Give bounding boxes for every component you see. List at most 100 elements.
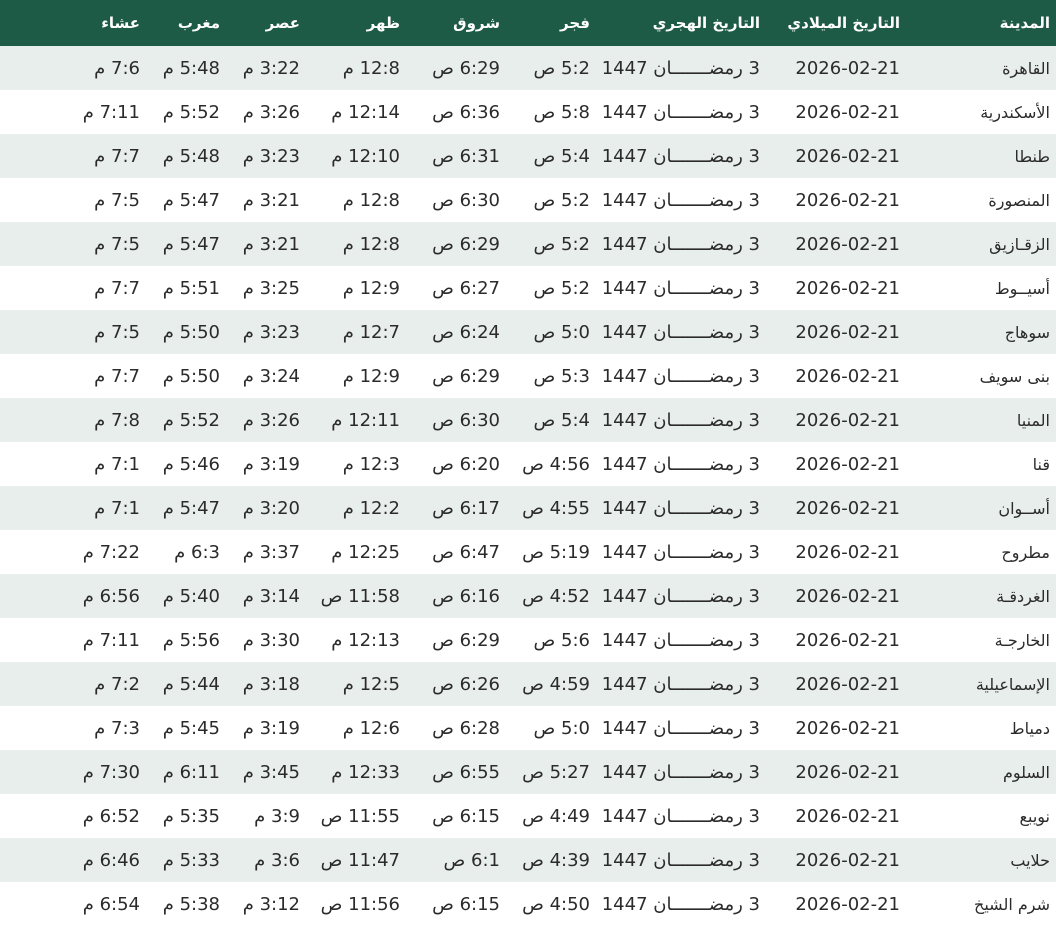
maghrib-cell: 5:56 م bbox=[162, 629, 220, 651]
maghrib-cell: 5:33 م bbox=[162, 849, 220, 871]
header-gregorian-date: التاريخ الميلادي bbox=[787, 14, 900, 32]
asr-cell: 3:30 م bbox=[242, 629, 300, 651]
maghrib-cell: 5:35 م bbox=[162, 805, 220, 827]
city-cell: أســوان bbox=[998, 498, 1050, 518]
fajr-cell: 5:2 ص bbox=[533, 57, 590, 79]
gregorian-date-cell: 2026-02-21 bbox=[795, 673, 900, 695]
dhuhr-cell: 12:8 م bbox=[342, 233, 400, 255]
hijri-date-cell: 3 رمضـــــــان 1447 bbox=[601, 101, 760, 123]
fajr-cell: 4:59 ص bbox=[522, 673, 590, 695]
shuruq-cell: 6:17 ص bbox=[432, 497, 500, 519]
hijri-date-cell: 3 رمضـــــــان 1447 bbox=[601, 541, 760, 563]
shuruq-cell: 6:30 ص bbox=[432, 189, 500, 211]
hijri-date-cell: 3 رمضـــــــان 1447 bbox=[601, 761, 760, 783]
maghrib-cell: 5:38 م bbox=[162, 893, 220, 915]
dhuhr-cell: 12:2 م bbox=[342, 497, 400, 519]
gregorian-date-cell: 2026-02-21 bbox=[795, 101, 900, 123]
asr-cell: 3:20 م bbox=[242, 497, 300, 519]
dhuhr-cell: 12:6 م bbox=[342, 717, 400, 739]
dhuhr-cell: 12:25 م bbox=[331, 541, 400, 563]
maghrib-cell: 6:11 م bbox=[162, 761, 220, 783]
fajr-cell: 4:55 ص bbox=[522, 497, 590, 519]
dhuhr-cell: 11:56 ص bbox=[320, 893, 400, 915]
fajr-cell: 5:0 ص bbox=[533, 717, 590, 739]
gregorian-date-cell: 2026-02-21 bbox=[795, 453, 900, 475]
table-row: القاهرة 2026-02-21 3 رمضـــــــان 1447 5:2 … bbox=[0, 46, 1056, 90]
shuruq-cell: 6:29 ص bbox=[432, 365, 500, 387]
gregorian-date-cell: 2026-02-21 bbox=[795, 893, 900, 915]
isha-cell: 7:1 م bbox=[94, 453, 140, 475]
table-row: مطروح 2026-02-21 3 رمضـــــــان 1447 5:19 ص… bbox=[0, 530, 1056, 574]
dhuhr-cell: 12:8 م bbox=[342, 57, 400, 79]
gregorian-date-cell: 2026-02-21 bbox=[795, 761, 900, 783]
maghrib-cell: 5:45 م bbox=[162, 717, 220, 739]
city-cell: المنيا bbox=[1016, 410, 1050, 430]
fajr-cell: 5:4 ص bbox=[533, 145, 590, 167]
gregorian-date-cell: 2026-02-21 bbox=[795, 629, 900, 651]
maghrib-cell: 5:50 م bbox=[162, 321, 220, 343]
table-row: الأسكندرية 2026-02-21 3 رمضـــــــان 1447 5… bbox=[0, 90, 1056, 134]
fajr-cell: 5:19 ص bbox=[522, 541, 590, 563]
maghrib-cell: 5:40 م bbox=[162, 585, 220, 607]
asr-cell: 3:37 م bbox=[242, 541, 300, 563]
asr-cell: 3:26 م bbox=[242, 101, 300, 123]
hijri-date-cell: 3 رمضـــــــان 1447 bbox=[601, 233, 760, 255]
asr-cell: 3:18 م bbox=[242, 673, 300, 695]
header-isha: عشاء bbox=[101, 14, 140, 32]
dhuhr-cell: 12:9 م bbox=[342, 365, 400, 387]
city-cell: حلايب bbox=[1010, 850, 1050, 870]
shuruq-cell: 6:15 ص bbox=[432, 893, 500, 915]
fajr-cell: 5:2 ص bbox=[533, 233, 590, 255]
gregorian-date-cell: 2026-02-21 bbox=[795, 145, 900, 167]
city-cell: نويبع bbox=[1019, 806, 1050, 826]
shuruq-cell: 6:26 ص bbox=[432, 673, 500, 695]
asr-cell: 3:23 م bbox=[242, 321, 300, 343]
shuruq-cell: 6:27 ص bbox=[432, 277, 500, 299]
isha-cell: 7:7 م bbox=[94, 277, 140, 299]
asr-cell: 3:24 م bbox=[242, 365, 300, 387]
gregorian-date-cell: 2026-02-21 bbox=[795, 497, 900, 519]
maghrib-cell: 5:51 م bbox=[162, 277, 220, 299]
city-cell: قنا bbox=[1032, 454, 1050, 474]
city-cell: القاهرة bbox=[1002, 58, 1050, 78]
hijri-date-cell: 3 رمضـــــــان 1447 bbox=[601, 629, 760, 651]
table-row: المنصورة 2026-02-21 3 رمضـــــــان 1447 5:2… bbox=[0, 178, 1056, 222]
table-row: الزقـازيق 2026-02-21 3 رمضـــــــان 1447 5:… bbox=[0, 222, 1056, 266]
hijri-date-cell: 3 رمضـــــــان 1447 bbox=[601, 453, 760, 475]
dhuhr-cell: 12:9 م bbox=[342, 277, 400, 299]
fajr-cell: 5:8 ص bbox=[533, 101, 590, 123]
table-row: أســوان 2026-02-21 3 رمضـــــــان 1447 4:55… bbox=[0, 486, 1056, 530]
dhuhr-cell: 12:13 م bbox=[331, 629, 400, 651]
shuruq-cell: 6:30 ص bbox=[432, 409, 500, 431]
city-cell: الزقـازيق bbox=[989, 234, 1050, 254]
maghrib-cell: 5:48 م bbox=[162, 145, 220, 167]
maghrib-cell: 5:47 م bbox=[162, 497, 220, 519]
isha-cell: 7:7 م bbox=[94, 365, 140, 387]
prayer-times-table: المدينة التاريخ الميلادي التاريخ الهجري … bbox=[0, 0, 1056, 926]
isha-cell: 6:52 م bbox=[82, 805, 140, 827]
asr-cell: 3:21 م bbox=[242, 233, 300, 255]
maghrib-cell: 5:50 م bbox=[162, 365, 220, 387]
isha-cell: 7:5 م bbox=[94, 321, 140, 343]
gregorian-date-cell: 2026-02-21 bbox=[795, 277, 900, 299]
shuruq-cell: 6:15 ص bbox=[432, 805, 500, 827]
table-row: طنطا 2026-02-21 3 رمضـــــــان 1447 5:4 ص 6:… bbox=[0, 134, 1056, 178]
hijri-date-cell: 3 رمضـــــــان 1447 bbox=[601, 409, 760, 431]
dhuhr-cell: 11:55 ص bbox=[320, 805, 400, 827]
fajr-cell: 4:39 ص bbox=[522, 849, 590, 871]
gregorian-date-cell: 2026-02-21 bbox=[795, 849, 900, 871]
hijri-date-cell: 3 رمضـــــــان 1447 bbox=[601, 189, 760, 211]
asr-cell: 3:23 م bbox=[242, 145, 300, 167]
city-cell: الخارجـة bbox=[994, 630, 1050, 650]
fajr-cell: 5:6 ص bbox=[533, 629, 590, 651]
dhuhr-cell: 12:11 م bbox=[331, 409, 400, 431]
shuruq-cell: 6:29 ص bbox=[432, 57, 500, 79]
hijri-date-cell: 3 رمضـــــــان 1447 bbox=[601, 893, 760, 915]
city-cell: طنطا bbox=[1014, 146, 1050, 166]
asr-cell: 3:45 م bbox=[242, 761, 300, 783]
dhuhr-cell: 12:10 م bbox=[331, 145, 400, 167]
isha-cell: 6:54 م bbox=[82, 893, 140, 915]
table-row: الإسماعيلية 2026-02-21 3 رمضـــــــان 1447… bbox=[0, 662, 1056, 706]
city-cell: المنصورة bbox=[988, 190, 1050, 210]
table-body: القاهرة 2026-02-21 3 رمضـــــــان 1447 5:2 … bbox=[0, 46, 1056, 926]
